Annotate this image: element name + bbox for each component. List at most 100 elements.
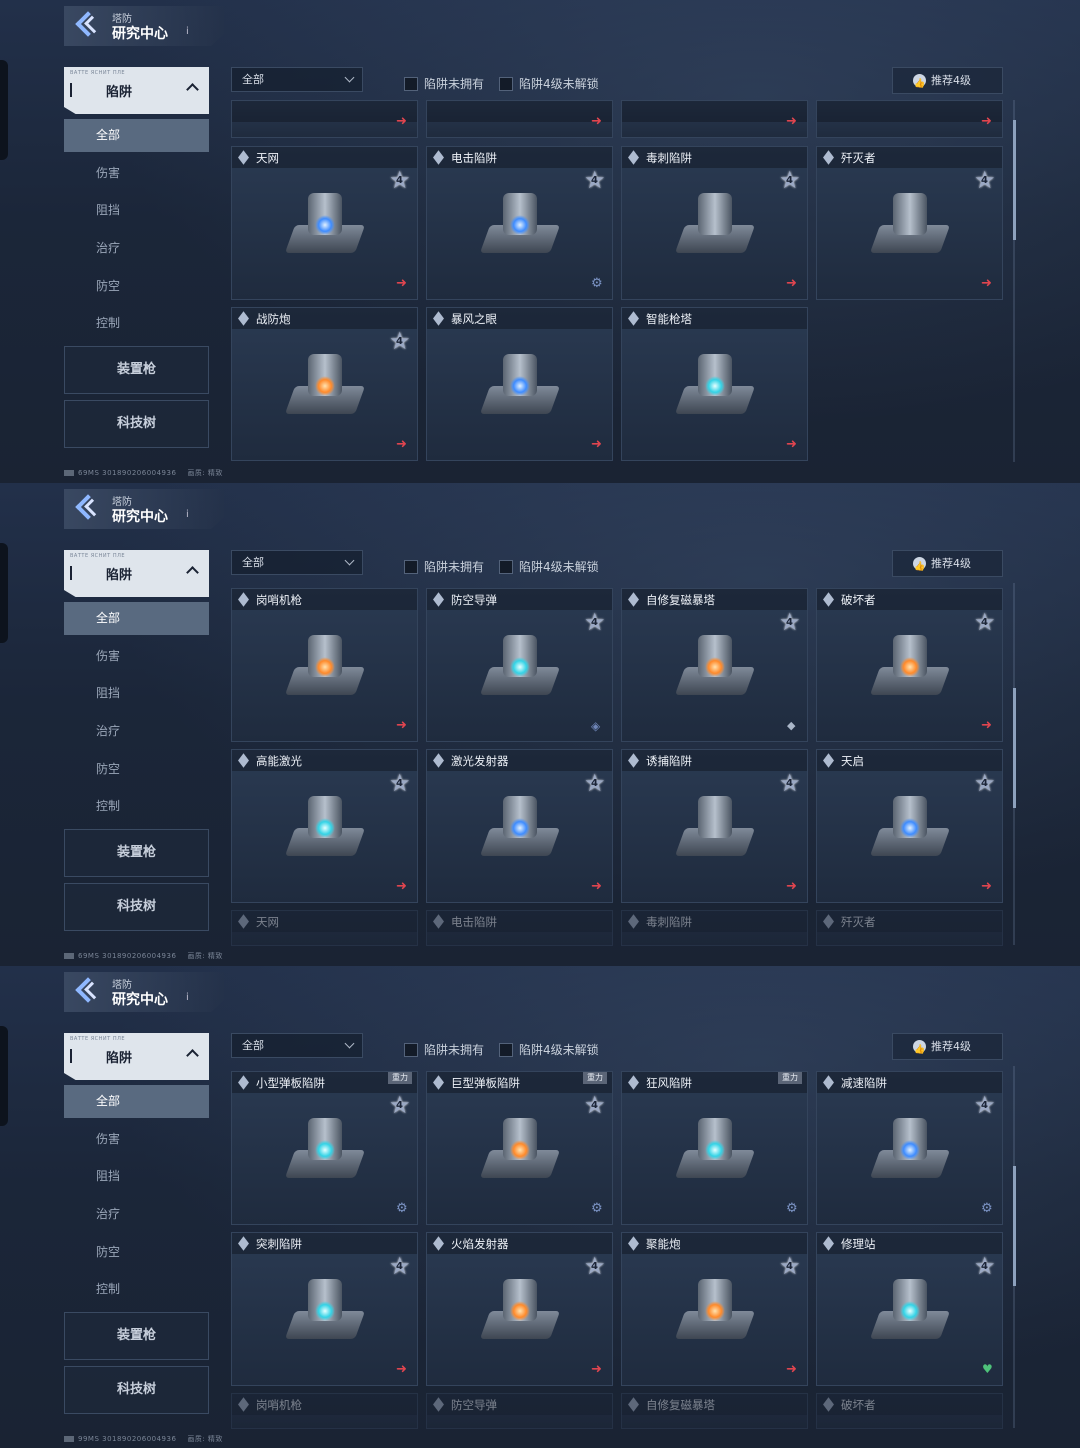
- trap-card[interactable]: 防空导弹 4: [426, 588, 613, 742]
- upgrade-arrow-icon[interactable]: [786, 114, 800, 130]
- trap-card[interactable]: 智能枪塔: [621, 307, 808, 461]
- trap-card[interactable]: 火焰发射器 4: [426, 1232, 613, 1386]
- cube-icon: [238, 152, 250, 163]
- upgrade-arrow-icon[interactable]: [396, 114, 410, 130]
- cube-icon: [628, 594, 640, 605]
- star-level-badge-icon: 4: [779, 1252, 801, 1280]
- gear-icon[interactable]: [981, 1201, 995, 1217]
- trap-card[interactable]: 歼灭者: [816, 910, 1003, 946]
- gravity-tag: 重力: [583, 1072, 607, 1084]
- star-level: 4: [396, 1261, 403, 1272]
- trap-name: 毒刺陷阱: [646, 915, 692, 929]
- trap-card[interactable]: 巨型弹板陷阱 重力 4: [426, 1071, 613, 1225]
- trap-card[interactable]: 聚能炮 4: [621, 1232, 808, 1386]
- upgrade-arrow-icon[interactable]: [396, 1362, 410, 1378]
- trap-card[interactable]: [816, 100, 1003, 138]
- trap-card[interactable]: 减速陷阱 4: [816, 1071, 1003, 1225]
- trap-model-image: [465, 173, 575, 283]
- cube-icon: [628, 916, 640, 927]
- upgrade-arrow-icon[interactable]: [786, 879, 800, 895]
- trap-card[interactable]: 电击陷阱 4: [426, 146, 613, 300]
- cube-icon: [238, 313, 250, 324]
- star-level: 4: [396, 175, 403, 186]
- shield-icon[interactable]: [786, 719, 800, 734]
- trap-card[interactable]: 高能激光 4: [231, 749, 418, 903]
- star-level: 4: [981, 1100, 988, 1111]
- trap-card[interactable]: 电击陷阱: [426, 910, 613, 946]
- gear-icon[interactable]: [396, 1201, 410, 1217]
- cube-icon: [823, 916, 835, 927]
- trap-card[interactable]: 岗哨机枪: [231, 588, 418, 742]
- cube-icon: [823, 1077, 835, 1088]
- trap-name: 毒刺陷阱: [646, 151, 692, 165]
- trap-card[interactable]: 天启 4: [816, 749, 1003, 903]
- trap-model-image: [270, 776, 380, 886]
- trap-name: 突刺陷阱: [256, 1237, 302, 1251]
- cube-icon: [433, 152, 445, 163]
- star-level: 4: [591, 1261, 598, 1272]
- upgrade-arrow-icon[interactable]: [591, 879, 605, 895]
- trap-card[interactable]: 自修复磁暴塔 4: [621, 588, 808, 742]
- gear-icon[interactable]: [591, 276, 605, 292]
- trap-card[interactable]: 防空导弹: [426, 1393, 613, 1429]
- trap-card[interactable]: [621, 100, 808, 138]
- upgrade-arrow-icon[interactable]: [786, 276, 800, 292]
- upgrade-arrow-icon[interactable]: [591, 437, 605, 453]
- trap-model-image: [270, 173, 380, 283]
- star-level-badge-icon: 4: [584, 608, 606, 636]
- cube-icon: [238, 755, 250, 766]
- trap-card[interactable]: [426, 100, 613, 138]
- trap-card[interactable]: 天网: [231, 910, 418, 946]
- trap-card[interactable]: 小型弹板陷阱 重力 4: [231, 1071, 418, 1225]
- heart-icon[interactable]: [981, 1362, 995, 1378]
- trap-card[interactable]: 战防炮 4: [231, 307, 418, 461]
- trap-model-image: [465, 334, 575, 444]
- shield-icon[interactable]: [591, 719, 605, 734]
- gear-icon[interactable]: [786, 1201, 800, 1217]
- star-level: 4: [786, 175, 793, 186]
- trap-model-image: [465, 1098, 575, 1208]
- upgrade-arrow-icon[interactable]: [396, 879, 410, 895]
- star-level-badge-icon: 4: [779, 608, 801, 636]
- upgrade-arrow-icon[interactable]: [981, 276, 995, 292]
- trap-card[interactable]: 激光发射器 4: [426, 749, 613, 903]
- gravity-tag: 重力: [388, 1072, 412, 1084]
- upgrade-arrow-icon[interactable]: [396, 276, 410, 292]
- trap-card[interactable]: 暴风之眼: [426, 307, 613, 461]
- cube-icon: [433, 1399, 445, 1410]
- upgrade-arrow-icon[interactable]: [396, 718, 410, 734]
- trap-card[interactable]: 破坏者: [816, 1393, 1003, 1429]
- gear-icon[interactable]: [591, 1201, 605, 1217]
- trap-card[interactable]: 歼灭者 4: [816, 146, 1003, 300]
- upgrade-arrow-icon[interactable]: [786, 1362, 800, 1378]
- upgrade-arrow-icon[interactable]: [981, 114, 995, 130]
- trap-card[interactable]: 自修复磁暴塔: [621, 1393, 808, 1429]
- upgrade-arrow-icon[interactable]: [591, 114, 605, 130]
- star-level: 4: [591, 617, 598, 628]
- upgrade-arrow-icon[interactable]: [786, 437, 800, 453]
- star-level-badge-icon: 4: [974, 769, 996, 797]
- trap-card[interactable]: 毒刺陷阱: [621, 910, 808, 946]
- upgrade-arrow-icon[interactable]: [981, 879, 995, 895]
- trap-card[interactable]: 岗哨机枪: [231, 1393, 418, 1429]
- trap-card[interactable]: 修理站 4: [816, 1232, 1003, 1386]
- trap-model-image: [855, 173, 965, 283]
- trap-name: 减速陷阱: [841, 1076, 887, 1090]
- upgrade-arrow-icon[interactable]: [981, 718, 995, 734]
- upgrade-arrow-icon[interactable]: [591, 1362, 605, 1378]
- trap-model-image: [855, 101, 965, 129]
- trap-card[interactable]: 破坏者 4: [816, 588, 1003, 742]
- trap-card[interactable]: [231, 100, 418, 138]
- trap-name: 战防炮: [256, 312, 291, 326]
- trap-card[interactable]: 毒刺陷阱 4: [621, 146, 808, 300]
- trap-grid: 天网 4 电击陷阱 4 毒刺陷阱 4 歼灭者 4 战防炮 4 暴风之眼 智能枪塔: [0, 0, 1080, 483]
- upgrade-arrow-icon[interactable]: [396, 437, 410, 453]
- trap-card[interactable]: 诱捕陷阱 4: [621, 749, 808, 903]
- star-level-badge-icon: 4: [974, 608, 996, 636]
- trap-card[interactable]: 突刺陷阱 4: [231, 1232, 418, 1386]
- star-level-badge-icon: 4: [584, 769, 606, 797]
- trap-card[interactable]: 天网 4: [231, 146, 418, 300]
- trap-name: 暴风之眼: [451, 312, 497, 326]
- cube-icon: [433, 1238, 445, 1249]
- trap-card[interactable]: 狂风陷阱 重力: [621, 1071, 808, 1225]
